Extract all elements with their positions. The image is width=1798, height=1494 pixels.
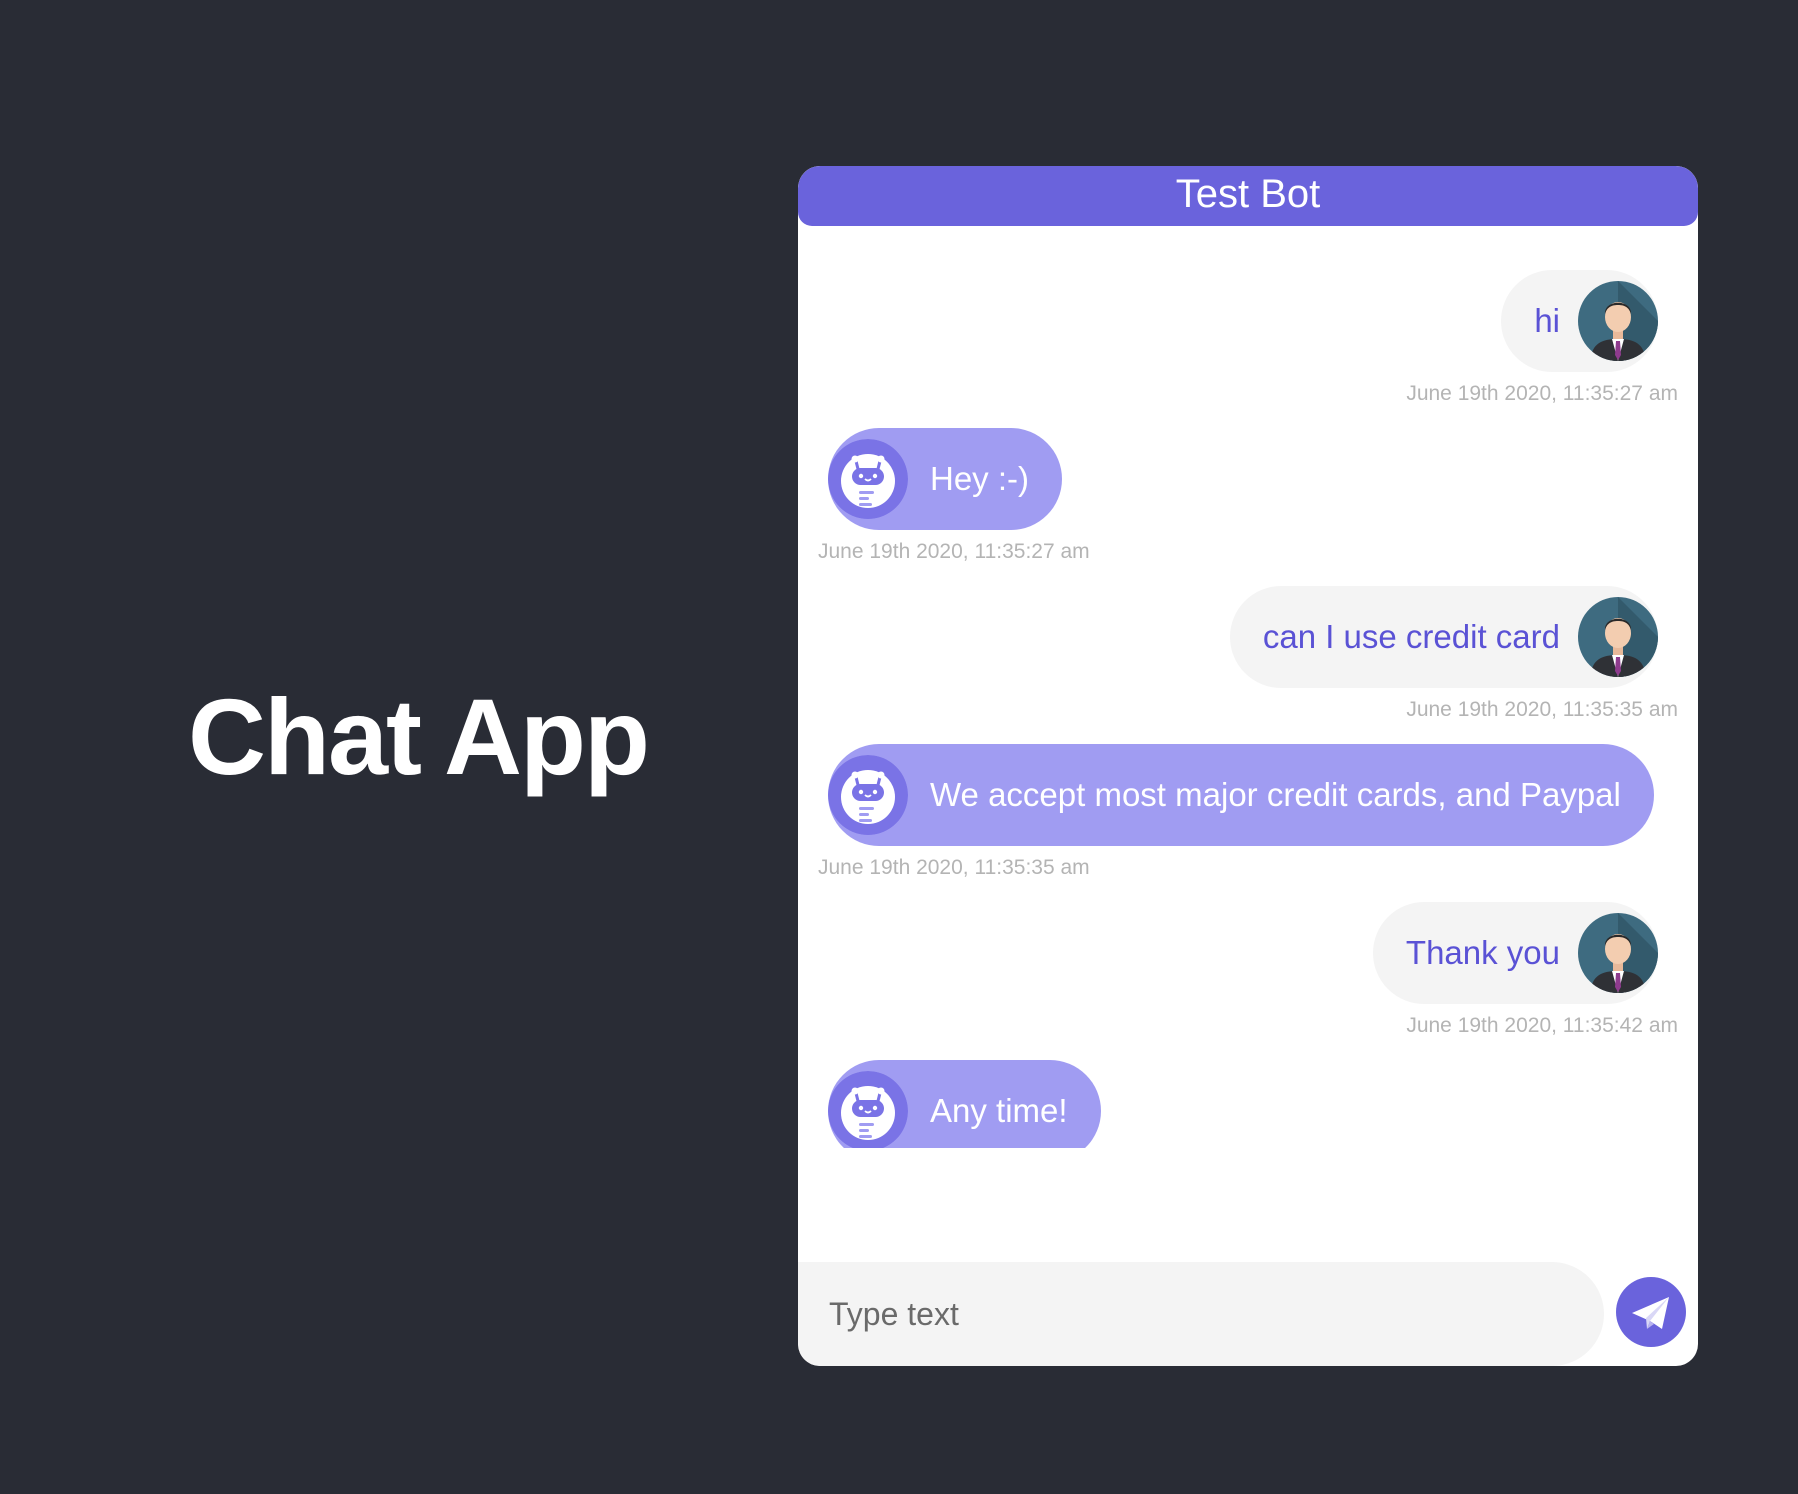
user-message-bubble: can I use credit card: [1229, 586, 1658, 688]
message-row: can I use credit card June 19th 2020, 11…: [798, 586, 1698, 721]
bot-message-bubble: We accept most major credit cards, and P…: [828, 744, 1654, 846]
message-composer: [798, 1262, 1604, 1366]
message-list[interactable]: hi June 19th 2020, 11:35:27 am Hey :-) J…: [798, 226, 1698, 1226]
message-timestamp: June 19th 2020, 11:35:35 am: [1406, 698, 1678, 721]
app-heading: Chat App: [188, 676, 650, 797]
message-text: Thank you: [1405, 934, 1560, 971]
robot-avatar-icon: [828, 755, 908, 835]
bot-message-bubble: Any time!: [828, 1060, 1101, 1148]
robot-avatar-icon: [828, 439, 908, 519]
message-text: We accept most major credit cards, and P…: [930, 776, 1621, 813]
message-text: hi: [1534, 302, 1560, 339]
message-row: Any time!: [798, 1060, 1698, 1148]
user-avatar-icon: [1578, 597, 1658, 677]
chat-window: Test Bot hi June 19th 2020, 11:35:27 am …: [798, 166, 1698, 1366]
message-row: We accept most major credit cards, and P…: [798, 744, 1698, 879]
user-avatar-icon: [1578, 281, 1658, 361]
message-timestamp: June 19th 2020, 11:35:42 am: [1406, 1014, 1678, 1037]
message-text: can I use credit card: [1262, 618, 1560, 655]
message-timestamp: June 19th 2020, 11:35:35 am: [818, 856, 1090, 879]
send-button[interactable]: [1616, 1277, 1686, 1347]
message-timestamp: June 19th 2020, 11:35:27 am: [818, 540, 1090, 563]
chat-header-title: Test Bot: [798, 166, 1698, 226]
message-row: Hey :-) June 19th 2020, 11:35:27 am: [798, 428, 1698, 563]
message-text: Hey :-): [930, 460, 1029, 497]
message-text: Any time!: [930, 1092, 1068, 1129]
message-row: hi June 19th 2020, 11:35:27 am: [798, 270, 1698, 405]
message-input[interactable]: [798, 1262, 1604, 1366]
user-message-bubble: Thank you: [1372, 902, 1658, 1004]
bot-message-bubble: Hey :-): [828, 428, 1062, 530]
user-avatar-icon: [1578, 913, 1658, 993]
paper-plane-icon: [1616, 1277, 1686, 1347]
user-message-bubble: hi: [1501, 270, 1658, 372]
robot-avatar-icon: [828, 1071, 908, 1148]
message-row: Thank you June 19th 2020, 11:35:42 am: [798, 902, 1698, 1037]
message-timestamp: June 19th 2020, 11:35:27 am: [1406, 382, 1678, 405]
